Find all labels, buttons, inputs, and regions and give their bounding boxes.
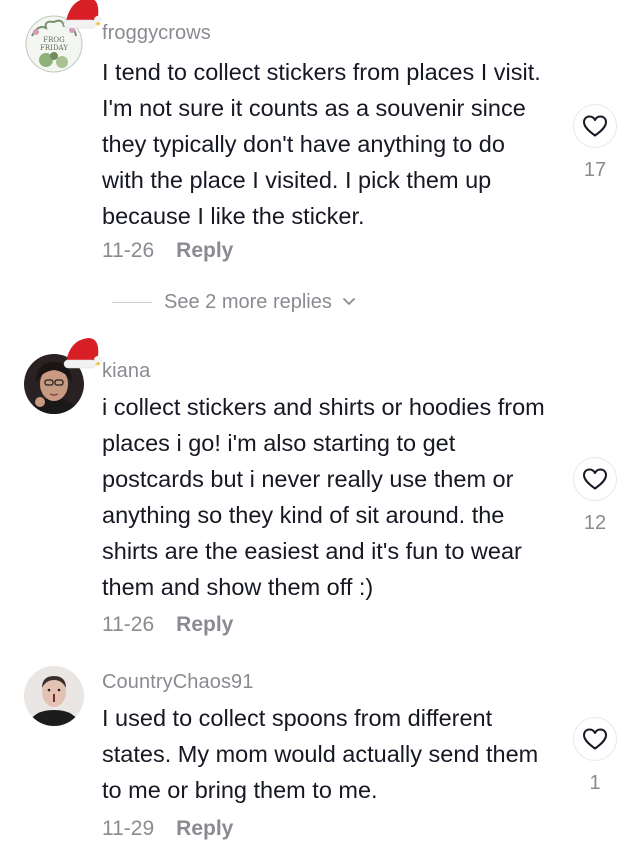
santa-hat-icon [63,0,102,29]
avatar[interactable]: FROG FRIDAY [24,0,102,74]
reply-button[interactable]: Reply [176,239,233,262]
comment-meta: 11-26 Reply [102,239,233,263]
avatar[interactable] [24,666,84,726]
comments-list: FROG FRIDAY froggycrows I tend to collec… [0,0,640,855]
santa-hat-icon [63,338,102,369]
like-button[interactable] [573,104,617,148]
like-button[interactable] [573,457,617,501]
avatar[interactable] [24,338,102,414]
comment-date: 11-29 [102,817,155,840]
see-more-replies-button[interactable]: See 2 more replies [102,287,356,317]
comment-date: 11-26 [102,613,155,636]
see-more-replies-label: See 2 more replies [164,290,332,313]
comment-username[interactable]: froggycrows [102,22,211,45]
like-control: 12 [572,457,618,535]
comment-meta: 11-29 Reply [102,817,233,841]
like-control: 17 [572,104,618,182]
comment-text: I tend to collect stickers from places I… [102,59,541,229]
reply-button[interactable]: Reply [176,817,233,840]
reply-button[interactable]: Reply [176,613,233,636]
chevron-down-icon [342,298,355,305]
comment-text: i collect stickers and shirts or hoodies… [102,394,545,600]
like-button[interactable] [573,717,617,761]
heart-outline-icon [583,468,607,490]
comment-date: 11-26 [102,239,155,262]
like-count: 17 [583,159,607,181]
avatar-logo-text: FROG FRIDAY [40,36,68,52]
heart-outline-icon [583,728,607,750]
like-count: 1 [589,772,601,794]
heart-outline-icon [583,115,607,137]
comment-text: I used to collect spoons from different … [102,705,539,803]
comment-username[interactable]: CountryChaos91 [102,671,254,694]
divider-line [112,301,152,303]
comment-meta: 11-26 Reply [102,613,233,637]
avatar-image [24,666,84,726]
like-control: 1 [572,717,618,795]
like-count: 12 [583,512,607,534]
comment-username[interactable]: kiana [102,360,150,383]
